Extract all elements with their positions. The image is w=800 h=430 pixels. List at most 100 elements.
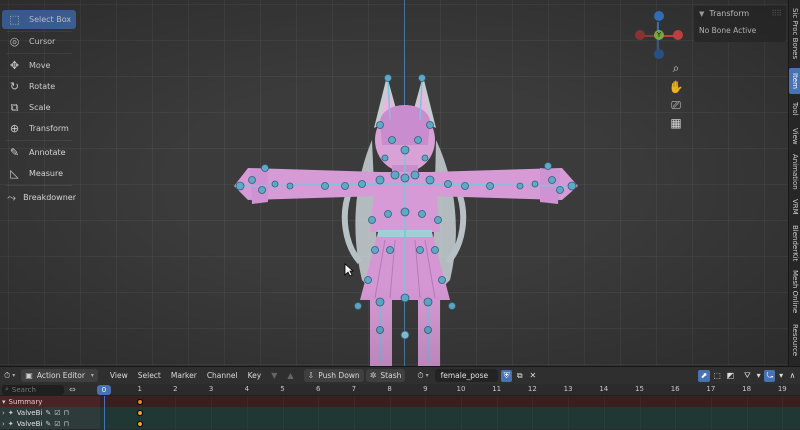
gizmo-neg-z-axis[interactable] (654, 49, 664, 59)
tool-label: Rotate (29, 82, 56, 91)
gizmo-neg-x-axis[interactable] (635, 30, 645, 40)
channel-search-input[interactable] (11, 385, 62, 394)
transform-panel: ▼ Transform ⠿⠿ No Bone Active (694, 6, 786, 42)
menu-marker[interactable]: Marker (167, 369, 201, 382)
track-object (100, 407, 800, 418)
tool-rotate[interactable]: ↻ Rotate (2, 77, 76, 96)
channel-search-field[interactable]: ⌕ (2, 384, 64, 395)
tool-measure[interactable]: ◺ Measure (2, 164, 76, 183)
show-errors-icon[interactable]: ◩ (725, 370, 736, 382)
mode-dropdown[interactable]: ▣ Action Editor ▾ (21, 369, 98, 382)
checkbox-icon[interactable]: ☑ (54, 420, 60, 428)
menu-key[interactable]: Key (244, 369, 266, 382)
frame-gridline (318, 396, 320, 430)
armature-icon: ✦ (7, 419, 14, 428)
select-box-icon: ⬚ (9, 13, 20, 26)
playhead-line[interactable] (104, 396, 105, 430)
action-editor: ⏱ ▾ ▣ Action Editor ▾ View Select Marker … (0, 366, 800, 430)
transform-panel-header[interactable]: ▼ Transform ⠿⠿ (694, 6, 786, 21)
lock-icon[interactable]: ⊓ (64, 420, 69, 428)
drag-grip-icon[interactable]: ⠿⠿ (771, 9, 782, 18)
channel-row-summary[interactable]: ▾ Summary (0, 396, 100, 407)
zoom-icon[interactable]: ⌕ (667, 59, 685, 77)
filter-icon[interactable]: ⛛ (742, 370, 753, 382)
show-hidden-icon[interactable]: ⬚ (712, 370, 723, 382)
tool-annotate[interactable]: ✎ Annotate (2, 143, 76, 162)
tab-view[interactable]: View (789, 124, 800, 148)
fake-user-shield-icon[interactable]: ⛨ (501, 369, 513, 382)
menu-channel[interactable]: Channel (203, 369, 242, 382)
channel-row-object[interactable]: › ✦ ValveBi ✎ ☑ ⊓ (0, 407, 100, 418)
tab-blenderkit[interactable]: BlenderKit (789, 222, 800, 264)
3d-viewport[interactable]: ⬚ Select Box ◎ Cursor ✥ Move ↻ Rotate ⧉ … (0, 0, 788, 366)
scale-icon: ⧉ (10, 101, 19, 114)
menu-view[interactable]: View (106, 369, 132, 382)
frame-ruler[interactable]: 1 2 3 4 5 6 7 8 9 10 11 12 13 14 15 16 17 18 19 0 (97, 384, 800, 396)
measure-icon: ◺ (10, 167, 19, 180)
tool-scale[interactable]: ⧉ Scale (2, 98, 76, 117)
tool-divider (6, 53, 72, 54)
layer-up-button[interactable]: ▲ (283, 369, 297, 382)
frame-tick-label: 15 (635, 385, 644, 393)
pan-hand-icon[interactable]: ✋ (667, 78, 685, 96)
only-selected-icon[interactable]: ⬈ (698, 369, 710, 382)
wrench-icon: ✎ (45, 419, 52, 428)
tab-label: VRM (791, 199, 799, 215)
editor-type-button[interactable]: ⏱ ▾ (0, 369, 19, 382)
arrow-down-icon: ▼ (271, 371, 278, 380)
gizmo-z-axis[interactable] (654, 11, 664, 21)
frame-gridline (782, 396, 784, 430)
tab-mesh-online[interactable]: Mesh Online (789, 268, 800, 316)
tab-resource[interactable]: Resource (789, 320, 800, 360)
menu-select[interactable]: Select (134, 369, 165, 382)
action-name-field[interactable]: female_pose (434, 369, 499, 382)
filter-dropdown-icon[interactable]: ▾ (755, 370, 762, 382)
tab-sic-proc-bones[interactable]: Sic Proc Bones (789, 4, 800, 64)
armature-icon: ✦ (7, 408, 14, 417)
gizmo-y-axis[interactable]: Y (654, 30, 664, 40)
action-browse-button[interactable]: ⏱ ▾ (413, 369, 432, 382)
current-frame-indicator[interactable]: 0 (97, 385, 111, 395)
tool-move[interactable]: ✥ Move (2, 56, 76, 75)
tool-select-box[interactable]: ⬚ Select Box (2, 10, 76, 29)
track-summary (100, 396, 800, 407)
tab-item[interactable]: Item (789, 68, 800, 94)
channel-label: ValveBi (16, 408, 43, 417)
dopesheet-timeline[interactable]: 1 2 3 4 5 6 7 8 9 10 11 12 13 14 15 16 17 18 19 0 (97, 384, 800, 430)
tool-transform[interactable]: ⊕ Transform (2, 119, 76, 138)
tool-breakdowner[interactable]: ⤳ Breakdowner (2, 188, 76, 207)
proportional-editing-icon[interactable]: ∧ (787, 370, 798, 382)
push-down-button[interactable]: ⇩ Push Down (303, 369, 364, 382)
frame-gridline (603, 396, 605, 430)
tab-tool[interactable]: Tool (789, 97, 800, 121)
character-body (234, 105, 578, 366)
layer-down-button[interactable]: ▼ (267, 369, 281, 382)
snap-dropdown-icon[interactable]: ▾ (777, 370, 784, 382)
gizmo-x-axis[interactable] (673, 30, 683, 40)
frame-tick-label: 18 (742, 385, 752, 393)
new-action-icon[interactable]: ⧉ (514, 370, 525, 382)
keyframe-tracks[interactable] (100, 396, 800, 430)
grid-toggle-icon[interactable]: ▦ (667, 114, 685, 132)
search-icon: ⌕ (5, 385, 9, 393)
tab-label: BlenderKit (791, 224, 799, 262)
tab-animation[interactable]: Animation (789, 151, 800, 193)
unlink-action-icon[interactable]: ✕ (527, 370, 538, 382)
swap-icon[interactable]: ⇔ (69, 385, 76, 394)
tab-label: Resource (791, 323, 799, 357)
auto-snap-icon[interactable]: ⤿ (764, 369, 776, 382)
frame-tick-label: 2 (173, 385, 178, 393)
tab-vrm[interactable]: VRM (789, 196, 800, 218)
frame-gridline (282, 396, 284, 430)
tool-cursor[interactable]: ◎ Cursor (2, 32, 76, 51)
navigation-gizmo[interactable]: Y (630, 8, 690, 64)
channel-row-object[interactable]: › ✦ ValveBi ✎ ☑ ⊓ (0, 418, 100, 429)
stash-button[interactable]: ✲ Stash (365, 369, 406, 382)
tab-label: Tool (791, 102, 799, 116)
frame-tick-label: 6 (315, 385, 321, 393)
tool-label: Transform (29, 124, 69, 133)
checkbox-icon[interactable]: ☑ (54, 409, 60, 417)
lock-icon[interactable]: ⊓ (64, 409, 69, 417)
channel-search-row: ⌕ ⇔ (0, 384, 100, 396)
camera-view-icon[interactable]: ⎚ (667, 96, 685, 114)
